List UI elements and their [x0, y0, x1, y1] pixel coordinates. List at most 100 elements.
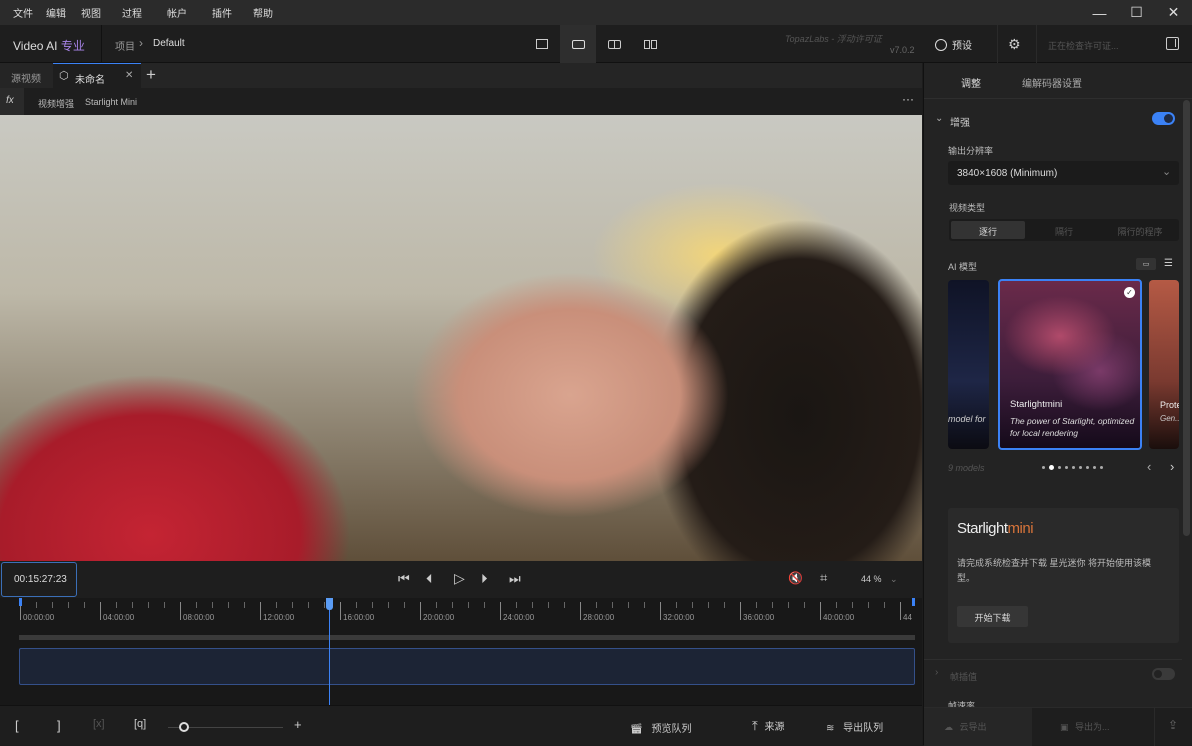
cloud-export-button[interactable]: ☁ 云导出 [924, 708, 1032, 746]
timecode-input[interactable]: 00:15:27:23 [1, 562, 77, 597]
model-card-next[interactable]: Proteus Gen... mos... [1149, 280, 1179, 449]
close-tab-icon[interactable]: ✕ [125, 70, 133, 81]
maximize-button[interactable]: ☐ [1118, 0, 1155, 25]
menu-plugins[interactable]: 插件 [212, 5, 232, 20]
pagination-dot[interactable] [1093, 466, 1096, 469]
enhance-toggle[interactable] [1152, 112, 1175, 125]
scroll-bar[interactable] [19, 635, 915, 640]
promo-text: 请完成系统检查并下载 星光迷你 将开始使用该模型。 [957, 558, 1152, 583]
video-clip-track[interactable] [19, 648, 915, 685]
cube-icon: ⬡ [59, 70, 69, 82]
pagination-dot[interactable] [1065, 466, 1068, 469]
settings-gear-icon[interactable]: ⚙ [1008, 36, 1021, 53]
carousel-pagination[interactable] [1040, 465, 1105, 470]
set-in-point-icon[interactable]: [ [15, 718, 19, 733]
ruler-tick [644, 602, 645, 608]
menu-view[interactable]: 视图 [81, 5, 101, 20]
frame-interpolation-toggle[interactable] [1152, 668, 1175, 680]
out-point-marker[interactable] [912, 598, 915, 606]
menu-account[interactable]: 帐户 [167, 5, 187, 20]
clear-range-icon[interactable]: [x] [93, 718, 105, 730]
view-side-by-side-button[interactable] [632, 25, 668, 63]
share-icon[interactable]: ⇪ [1168, 718, 1178, 732]
start-download-button[interactable]: 开始下载 [957, 606, 1028, 627]
ruler-tick [52, 602, 53, 608]
tab-untitled[interactable]: ⬡ 未命名 ✕ [53, 63, 141, 88]
video-preview[interactable] [0, 115, 922, 561]
tab-source-video[interactable]: 源视频 [11, 70, 41, 85]
list-view-icon[interactable]: ☰ [1164, 258, 1173, 269]
set-out-point-icon[interactable]: ] [57, 718, 61, 733]
view-single-zoom-button[interactable] [524, 25, 560, 63]
tab-adjust[interactable]: 调整 [961, 75, 981, 90]
mute-icon[interactable]: 🔇 [788, 571, 803, 585]
ruler-tick [100, 602, 101, 620]
model-card-starlightmini[interactable]: ✓ Starlightmini The power of Starlight, … [998, 279, 1142, 450]
pagination-dot[interactable] [1100, 466, 1103, 469]
playhead[interactable] [326, 598, 334, 705]
pagination-dot[interactable] [1086, 466, 1089, 469]
skip-to-end-icon[interactable]: ⏭ [509, 571, 521, 587]
carousel-prev-icon[interactable]: ‹ [1147, 459, 1151, 474]
video-type-interlaced-progressive[interactable]: 隔行的程序 [1103, 221, 1177, 239]
close-window-button[interactable]: ✕ [1155, 0, 1192, 25]
zoom-in-icon[interactable]: + [294, 717, 302, 732]
panel-scrollbar[interactable] [1183, 100, 1190, 536]
preview-queue-button[interactable]: 🎬︎ 预览队列 [630, 720, 691, 735]
zoom-select[interactable]: 44 % ⌄ [861, 574, 898, 585]
next-frame-icon[interactable]: ⏵ [481, 571, 488, 587]
more-options-icon[interactable]: ··· [902, 92, 914, 106]
menu-file[interactable]: 文件 [13, 5, 33, 20]
pagination-dot[interactable] [1042, 466, 1045, 469]
step-model[interactable]: Starlight Mini [85, 97, 137, 107]
crop-icon[interactable]: ⌗ [820, 570, 827, 586]
minimize-button[interactable]: — [1081, 0, 1118, 25]
ruler-tick [148, 602, 149, 608]
header: Video AI 专业 项目 › Default TopazLabs - 浮动许… [0, 25, 1192, 63]
tab-codec-settings[interactable]: 编解码器设置 [1022, 75, 1082, 90]
view-single-button[interactable] [560, 25, 596, 63]
fx-icon[interactable]: fx [6, 95, 14, 106]
add-tab-button[interactable]: + [146, 65, 156, 85]
video-type-progressive[interactable]: 逐行 [951, 221, 1025, 239]
tab-label: 未命名 [75, 75, 105, 86]
source-button[interactable]: ⤒ 来源 [752, 718, 785, 734]
breadcrumb-root[interactable]: 项目 [115, 38, 135, 53]
timeline[interactable]: 00:00:00 04:00:00 08:00:00 12:00:00 16:00:00… [0, 598, 922, 705]
menu-process[interactable]: 过程 [122, 5, 142, 20]
output-resolution-select[interactable]: 3840×1608 (Minimum) ⌄ [948, 161, 1179, 185]
ruler-tick [372, 602, 373, 608]
pagination-dot[interactable] [1058, 466, 1061, 469]
view-split-button[interactable] [596, 25, 632, 63]
pagination-dot[interactable] [1079, 466, 1082, 469]
menu-help[interactable]: 帮助 [253, 5, 273, 20]
step-enhance[interactable]: 视频增强 [38, 97, 74, 110]
export-queue-button[interactable]: ≋ 导出队列 [826, 719, 883, 734]
previous-frame-icon[interactable]: ⏴ [426, 571, 433, 587]
pagination-dot[interactable] [1072, 466, 1075, 469]
slider-handle[interactable] [179, 722, 189, 732]
ruler-tick [292, 602, 293, 608]
ruler-tick [164, 602, 165, 608]
in-point-marker[interactable] [19, 598, 22, 606]
carousel-next-icon[interactable]: › [1170, 459, 1174, 474]
menu-edit[interactable]: 编辑 [46, 5, 66, 20]
chevron-down-icon[interactable]: ⌄ [935, 113, 943, 124]
skip-to-start-icon[interactable]: ⏮ [398, 571, 410, 587]
grid-view-icon[interactable]: ▭ [1136, 258, 1156, 270]
toggle-panel-icon[interactable] [1166, 37, 1179, 50]
zoom-fit-icon[interactable]: [q] [134, 718, 146, 730]
ruler-tick [436, 602, 437, 608]
preset-button[interactable]: 预设 [935, 37, 972, 52]
ruler-tick [276, 602, 277, 608]
pagination-dot[interactable] [1049, 465, 1054, 470]
ruler-tick [180, 602, 181, 620]
play-icon[interactable]: ▷ [454, 570, 465, 587]
video-type-interlaced[interactable]: 隔行 [1027, 221, 1101, 239]
ruler-tick [500, 602, 501, 620]
timeline-ruler[interactable]: 00:00:00 04:00:00 08:00:00 12:00:00 16:00:00… [0, 598, 922, 626]
ruler-tick [484, 602, 485, 608]
model-card-previous[interactable]: model for [948, 280, 989, 449]
chevron-right-icon[interactable]: › [935, 667, 938, 678]
export-as-button[interactable]: ▣ 导出为... [1060, 720, 1110, 733]
